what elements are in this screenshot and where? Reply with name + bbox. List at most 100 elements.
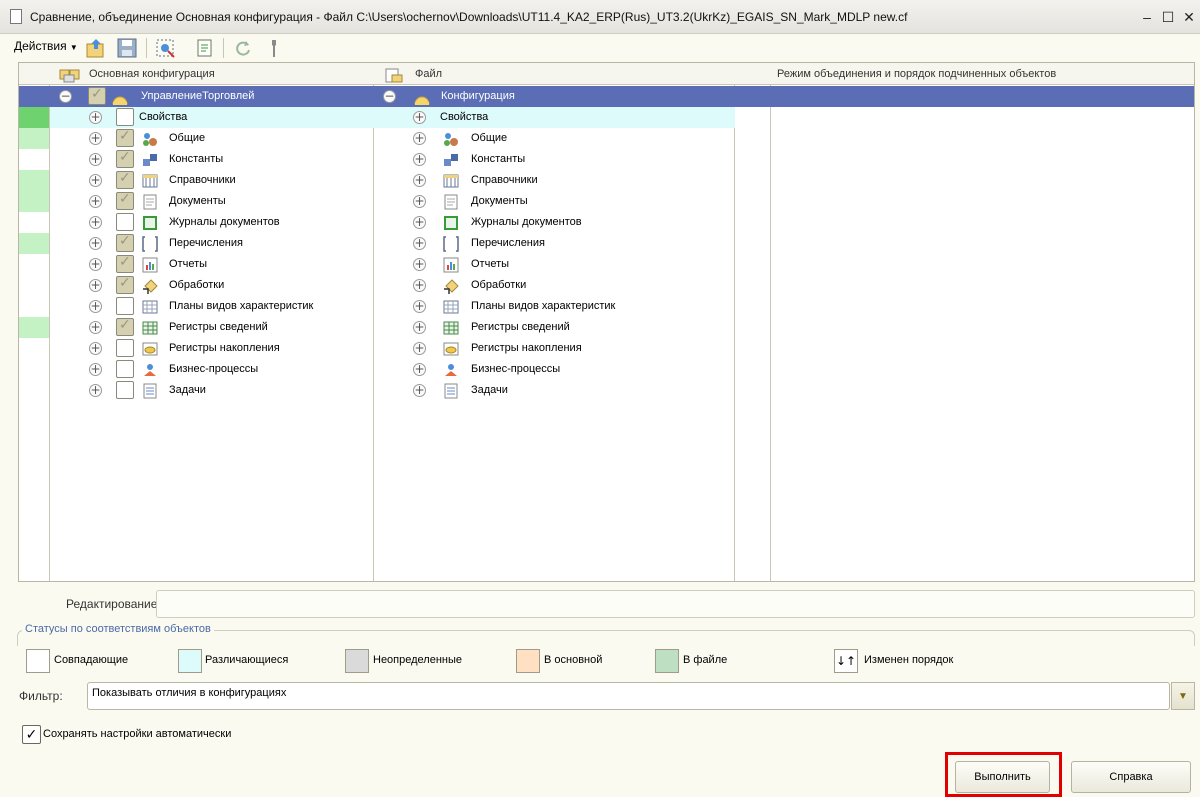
save-settings-checkbox[interactable]: ✓ — [22, 725, 41, 744]
tree-row[interactable]: + Задачи + Задачи — [19, 380, 1194, 401]
status-label: Совпадающие — [54, 654, 129, 666]
expand-icon[interactable]: + — [413, 174, 426, 187]
dropdown-arrow-icon: ▼ — [69, 43, 78, 52]
column-header-file[interactable]: Файл — [415, 63, 442, 85]
main-item-label: Журналы документов — [169, 216, 280, 228]
tree-row[interactable]: + Отчеты + Отчеты — [19, 254, 1194, 275]
tree-row[interactable]: + Справочники + Справочники — [19, 170, 1194, 191]
expand-icon[interactable]: + — [89, 195, 102, 208]
file-item-label: Константы — [471, 153, 526, 165]
expand-icon[interactable]: + — [413, 342, 426, 355]
expand-icon[interactable]: + — [89, 237, 102, 250]
item-checkbox[interactable] — [116, 360, 134, 378]
tree-row[interactable]: + Бизнес-процессы + Бизнес-процессы — [19, 359, 1194, 380]
main-item-label: Перечисления — [169, 237, 243, 249]
root-checkbox[interactable] — [88, 86, 106, 105]
collapse-icon[interactable]: − — [59, 90, 72, 103]
item-checkbox[interactable] — [116, 233, 134, 252]
tree-row[interactable]: + Перечисления + Перечисления — [19, 233, 1194, 254]
expand-icon[interactable]: + — [89, 384, 102, 397]
tree-row[interactable]: + Регистры сведений + Регистры сведений — [19, 317, 1194, 338]
expand-icon[interactable]: + — [89, 342, 102, 355]
item-checkbox[interactable] — [116, 191, 134, 210]
object-type-icon — [443, 257, 459, 273]
item-checkbox[interactable] — [116, 108, 134, 126]
root-main-label: УправлениеТорговлей — [141, 90, 255, 102]
comparison-tree-grid[interactable]: Основная конфигурация Файл Режим объедин… — [18, 62, 1195, 582]
maximize-button[interactable]: ☐ — [1159, 8, 1177, 26]
collapse-icon[interactable]: − — [383, 90, 396, 103]
expand-icon[interactable]: + — [413, 195, 426, 208]
expand-icon[interactable]: + — [413, 216, 426, 229]
status-marker — [19, 191, 49, 212]
filter-dropdown-icon[interactable]: ▼ — [1171, 682, 1195, 710]
actions-menu[interactable]: Действия ▼ — [14, 39, 78, 53]
item-checkbox[interactable] — [116, 339, 134, 357]
expand-icon[interactable]: + — [413, 300, 426, 313]
expand-icon[interactable]: + — [413, 279, 426, 292]
status-marker — [19, 212, 49, 233]
tree-row[interactable]: + Свойства + Свойства — [19, 107, 1194, 128]
expand-icon[interactable]: + — [89, 111, 102, 124]
expand-icon[interactable]: + — [413, 363, 426, 376]
item-checkbox[interactable] — [116, 317, 134, 336]
item-checkbox[interactable] — [116, 170, 134, 189]
tree-row[interactable]: + Журналы документов + Журналы документов — [19, 212, 1194, 233]
compare-filter-icon[interactable] — [154, 37, 176, 59]
tree-row[interactable]: + Общие + Общие — [19, 128, 1194, 149]
expand-icon[interactable]: + — [89, 258, 102, 271]
column-header-merge-mode[interactable]: Режим объединения и порядок подчиненных … — [777, 63, 1056, 85]
expand-icon[interactable]: + — [89, 321, 102, 334]
item-checkbox[interactable] — [116, 275, 134, 294]
tree-row[interactable]: + Документы + Документы — [19, 191, 1194, 212]
tree-row[interactable]: + Планы видов характеристик + Планы видов х… — [19, 296, 1194, 317]
expand-icon[interactable]: + — [89, 300, 102, 313]
item-checkbox[interactable] — [116, 254, 134, 273]
help-button[interactable]: Справка — [1071, 761, 1191, 793]
item-checkbox[interactable] — [116, 297, 134, 315]
expand-icon[interactable]: + — [89, 132, 102, 145]
refresh-icon[interactable] — [232, 37, 254, 59]
expand-icon[interactable]: + — [89, 153, 102, 166]
status-marker — [19, 254, 49, 275]
main-item-label: Документы — [169, 195, 226, 207]
report-icon[interactable] — [193, 37, 215, 59]
expand-icon[interactable]: + — [89, 174, 102, 187]
close-button[interactable]: ✕ — [1180, 8, 1198, 26]
expand-icon[interactable]: + — [413, 111, 426, 124]
object-type-icon — [142, 342, 158, 356]
object-type-icon — [443, 342, 459, 356]
expand-icon[interactable]: + — [413, 384, 426, 397]
main-item-label: Обработки — [169, 279, 225, 291]
status-marker — [19, 338, 49, 359]
expand-icon[interactable]: + — [89, 363, 102, 376]
expand-icon[interactable]: + — [89, 216, 102, 229]
item-checkbox[interactable] — [116, 149, 134, 168]
tree-row-root[interactable]: − УправлениеТорговлей − Конфигурация — [19, 86, 1194, 107]
file-item-label: Регистры сведений — [471, 321, 570, 333]
expand-icon[interactable]: + — [413, 258, 426, 271]
expand-icon[interactable]: + — [413, 237, 426, 250]
editing-field[interactable] — [156, 590, 1195, 618]
file-item-label: Отчеты — [471, 258, 510, 270]
expand-icon[interactable]: + — [413, 321, 426, 334]
tree-row[interactable]: + Обработки + Обработки — [19, 275, 1194, 296]
item-checkbox[interactable] — [116, 381, 134, 399]
filter-select[interactable]: Показывать отличия в конфигурациях — [87, 682, 1170, 710]
minimize-button[interactable]: – — [1138, 8, 1156, 26]
status-swatch: ↓↑ — [834, 649, 858, 673]
expand-icon[interactable]: + — [413, 132, 426, 145]
item-checkbox[interactable] — [116, 128, 134, 147]
open-file-icon[interactable] — [85, 37, 107, 59]
status-marker — [19, 170, 49, 191]
expand-icon[interactable]: + — [413, 153, 426, 166]
column-header-main[interactable]: Основная конфигурация — [89, 63, 215, 85]
item-checkbox[interactable] — [116, 213, 134, 231]
main-item-label: Отчеты — [169, 258, 208, 270]
settings-wrench-icon[interactable] — [263, 37, 285, 59]
object-type-icon — [142, 300, 158, 314]
expand-icon[interactable]: + — [89, 279, 102, 292]
tree-row[interactable]: + Константы + Константы — [19, 149, 1194, 170]
save-icon[interactable] — [116, 37, 138, 59]
tree-row[interactable]: + Регистры накопления + Регистры накопления — [19, 338, 1194, 359]
